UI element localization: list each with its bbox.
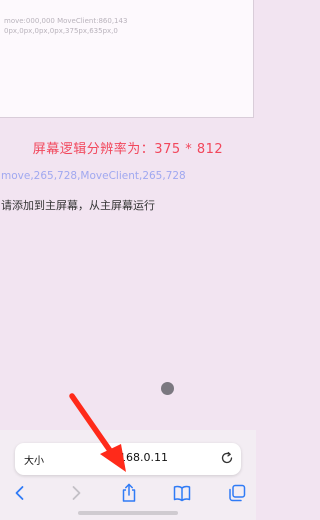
- share-icon[interactable]: [118, 482, 140, 504]
- debug-geometry-line: 0px,0px,0px,0px,375px,635px,0: [4, 27, 118, 35]
- text-size-button[interactable]: 大小: [24, 452, 44, 467]
- touch-indicator-dot[interactable]: [161, 382, 174, 395]
- reload-icon[interactable]: [220, 451, 234, 465]
- add-to-home-screen-instruction: 请添加到主屏幕，从主屏幕运行: [1, 199, 155, 212]
- bookmarks-icon[interactable]: [171, 482, 193, 504]
- debug-coordinates-line: move:000,000 MoveClient:860,143: [4, 17, 128, 25]
- debug-panel: move:000,000 MoveClient:860,143 0px,0px,…: [0, 0, 254, 118]
- move-coordinates-text: move,265,728,MoveClient,265,728: [1, 170, 186, 182]
- screen-resolution-text: 屏幕逻辑分辨率为：375 * 812: [32, 142, 224, 157]
- browser-toolbar: [0, 478, 256, 508]
- home-indicator: [78, 511, 178, 515]
- url-text[interactable]: 168.0.11: [119, 451, 168, 464]
- forward-icon[interactable]: [65, 482, 87, 504]
- tabs-icon[interactable]: [226, 482, 248, 504]
- address-bar[interactable]: 大小 168.0.11: [15, 443, 241, 475]
- back-icon[interactable]: [9, 482, 31, 504]
